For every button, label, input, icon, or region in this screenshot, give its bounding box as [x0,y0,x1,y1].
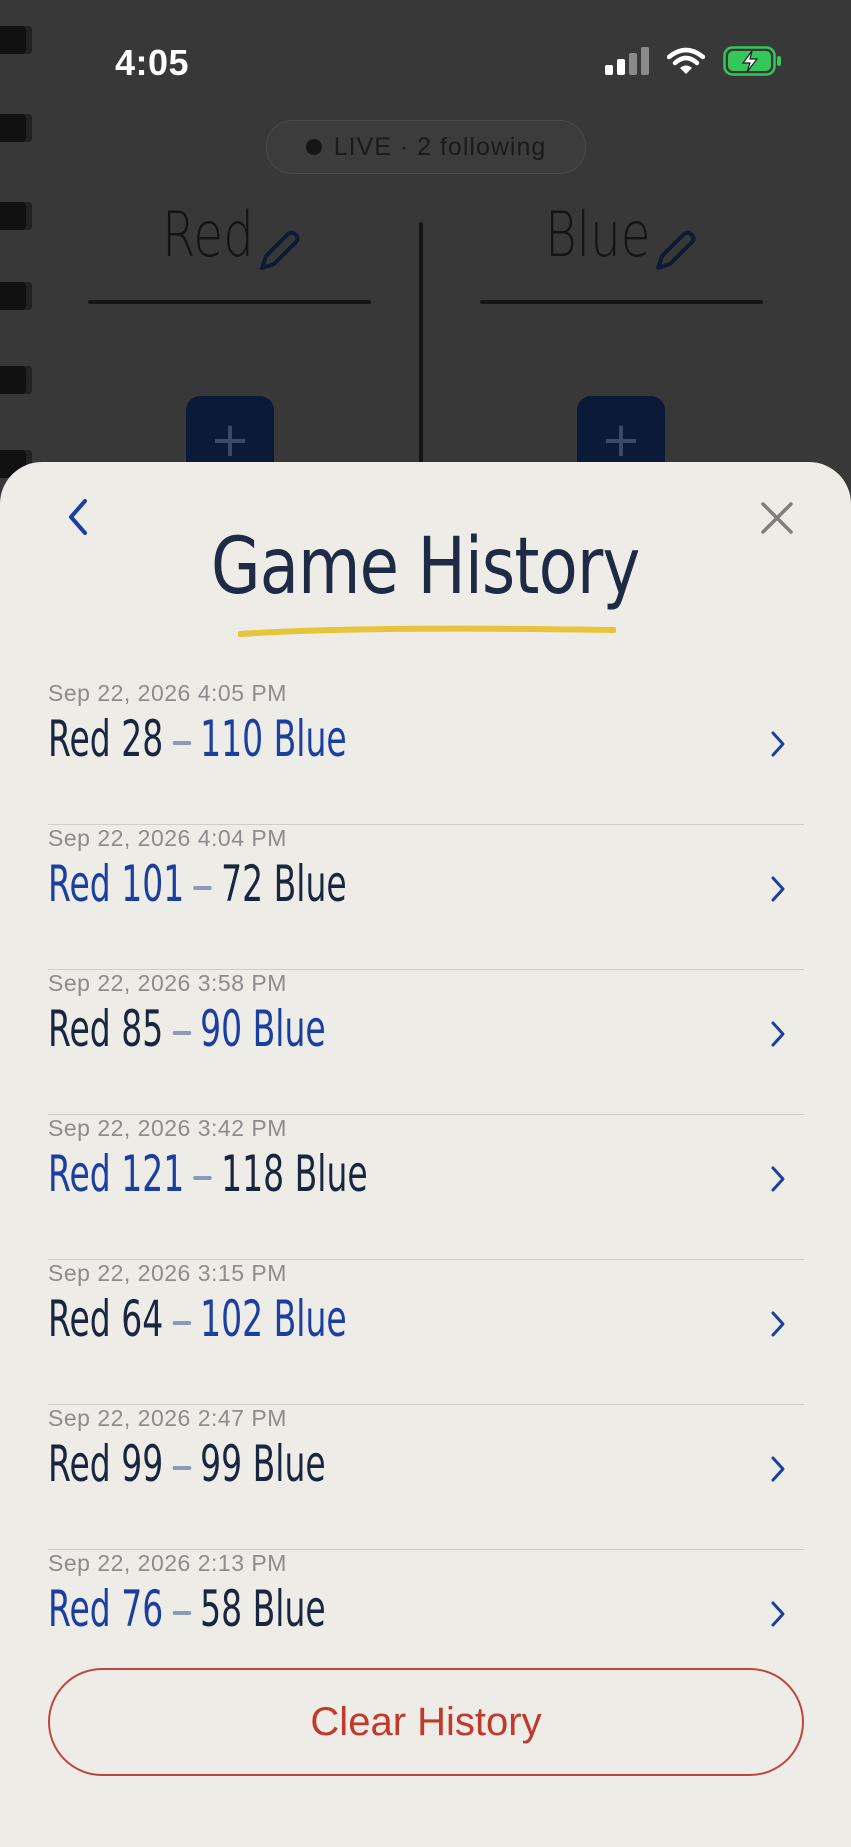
wifi-icon [667,47,705,74]
right-team-score: 99 [200,1435,243,1493]
game-date: Sep 22, 2026 2:47 PM [48,1405,287,1431]
team-name-left: Red [162,198,254,271]
game-date: Sep 22, 2026 4:05 PM [48,680,287,706]
game-score: Red 64 102 Blue [48,1290,347,1348]
game-history-list: Sep 22, 2026 4:05 PM Red 28 110 Blue Sep 22… [48,680,804,1695]
game-history-row[interactable]: Sep 22, 2026 2:47 PM Red 99 99 Blue [48,1405,804,1550]
score-separator [172,1030,191,1035]
scoreboard-background: 4:05 LIVE · 2 following Red Blue + + [0,0,851,522]
title-container: Game History [0,522,851,612]
chevron-right-icon [771,1456,785,1482]
left-team-score: 64 [121,1290,164,1348]
team-divider-right [480,300,763,304]
score-separator [172,1320,191,1325]
chevron-right-icon [771,1311,785,1337]
game-history-row[interactable]: Sep 22, 2026 4:04 PM Red 101 72 Blue [48,825,804,970]
score-separator [172,1465,191,1470]
team-name-right: Blue [545,198,651,271]
game-date: Sep 22, 2026 2:13 PM [48,1550,287,1576]
right-team-name: Blue [273,855,347,913]
game-score: Red 101 72 Blue [48,855,347,913]
right-team-name: Blue [252,1000,326,1058]
left-team-score: 101 [121,855,185,913]
game-history-sheet: Game History Sep 22, 2026 4:05 PM Red 28 1… [0,462,851,1847]
left-team-score: 99 [121,1435,164,1493]
left-team-name: Red [48,1580,111,1638]
chevron-right-icon [771,1021,785,1047]
left-team-name: Red [48,1290,111,1348]
left-team-name: Red [48,1145,111,1203]
chevron-right-icon [771,731,785,757]
chevron-right-icon [771,1166,785,1192]
left-team-name: Red [48,710,111,768]
game-date: Sep 22, 2026 3:42 PM [48,1115,287,1141]
game-history-row[interactable]: Sep 22, 2026 3:42 PM Red 121 118 Blue [48,1115,804,1260]
live-label: LIVE · 2 following [333,132,547,161]
clear-history-button[interactable]: Clear History [48,1668,804,1776]
live-dot [305,139,322,155]
score-separator [193,1175,212,1180]
team-divider-left [88,300,371,304]
game-date: Sep 22, 2026 3:58 PM [48,970,287,996]
left-team-name: Red [48,855,111,913]
game-date: Sep 22, 2026 3:15 PM [48,1260,287,1286]
pencil-icon [656,230,696,270]
right-team-score: 118 [221,1145,285,1203]
right-team-name: Blue [294,1145,368,1203]
score-separator [193,885,212,890]
live-status-pill: LIVE · 2 following [266,120,586,174]
right-team-score: 110 [200,710,264,768]
left-team-score: 76 [121,1580,164,1638]
pencil-icon [260,230,300,270]
score-separator [172,740,191,745]
game-score: Red 28 110 Blue [48,710,347,768]
game-date: Sep 22, 2026 4:04 PM [48,825,287,851]
left-team-score: 85 [121,1000,164,1058]
right-team-score: 90 [200,1000,243,1058]
left-team-score: 28 [121,710,164,768]
battery-charging-icon [723,46,781,76]
game-history-row[interactable]: Sep 22, 2026 4:05 PM Red 28 110 Blue [48,680,804,825]
status-time: 4:05 [115,42,190,83]
cellular-signal-icon [605,47,649,75]
game-score: Red 121 118 Blue [48,1145,368,1203]
right-team-name: Blue [252,1580,326,1638]
title-highlight-underline [238,625,616,637]
notebook-spiral [0,20,40,480]
game-score: Red 99 99 Blue [48,1435,326,1493]
chevron-right-icon [771,876,785,902]
game-history-row[interactable]: Sep 22, 2026 3:58 PM Red 85 90 Blue [48,970,804,1115]
game-score: Red 85 90 Blue [48,1000,326,1058]
score-separator [172,1610,191,1615]
status-icons [605,46,781,76]
right-team-score: 72 [221,855,264,913]
left-team-name: Red [48,1000,111,1058]
left-team-score: 121 [121,1145,185,1203]
game-history-row[interactable]: Sep 22, 2026 3:15 PM Red 64 102 Blue [48,1260,804,1405]
right-team-score: 102 [200,1290,264,1348]
right-team-name: Blue [273,1290,347,1348]
left-team-name: Red [48,1435,111,1493]
right-team-name: Blue [252,1435,326,1493]
sheet-title: Game History [211,522,640,612]
chevron-right-icon [771,1601,785,1627]
game-score: Red 76 58 Blue [48,1580,326,1638]
right-team-name: Blue [273,710,347,768]
right-team-score: 58 [200,1580,243,1638]
